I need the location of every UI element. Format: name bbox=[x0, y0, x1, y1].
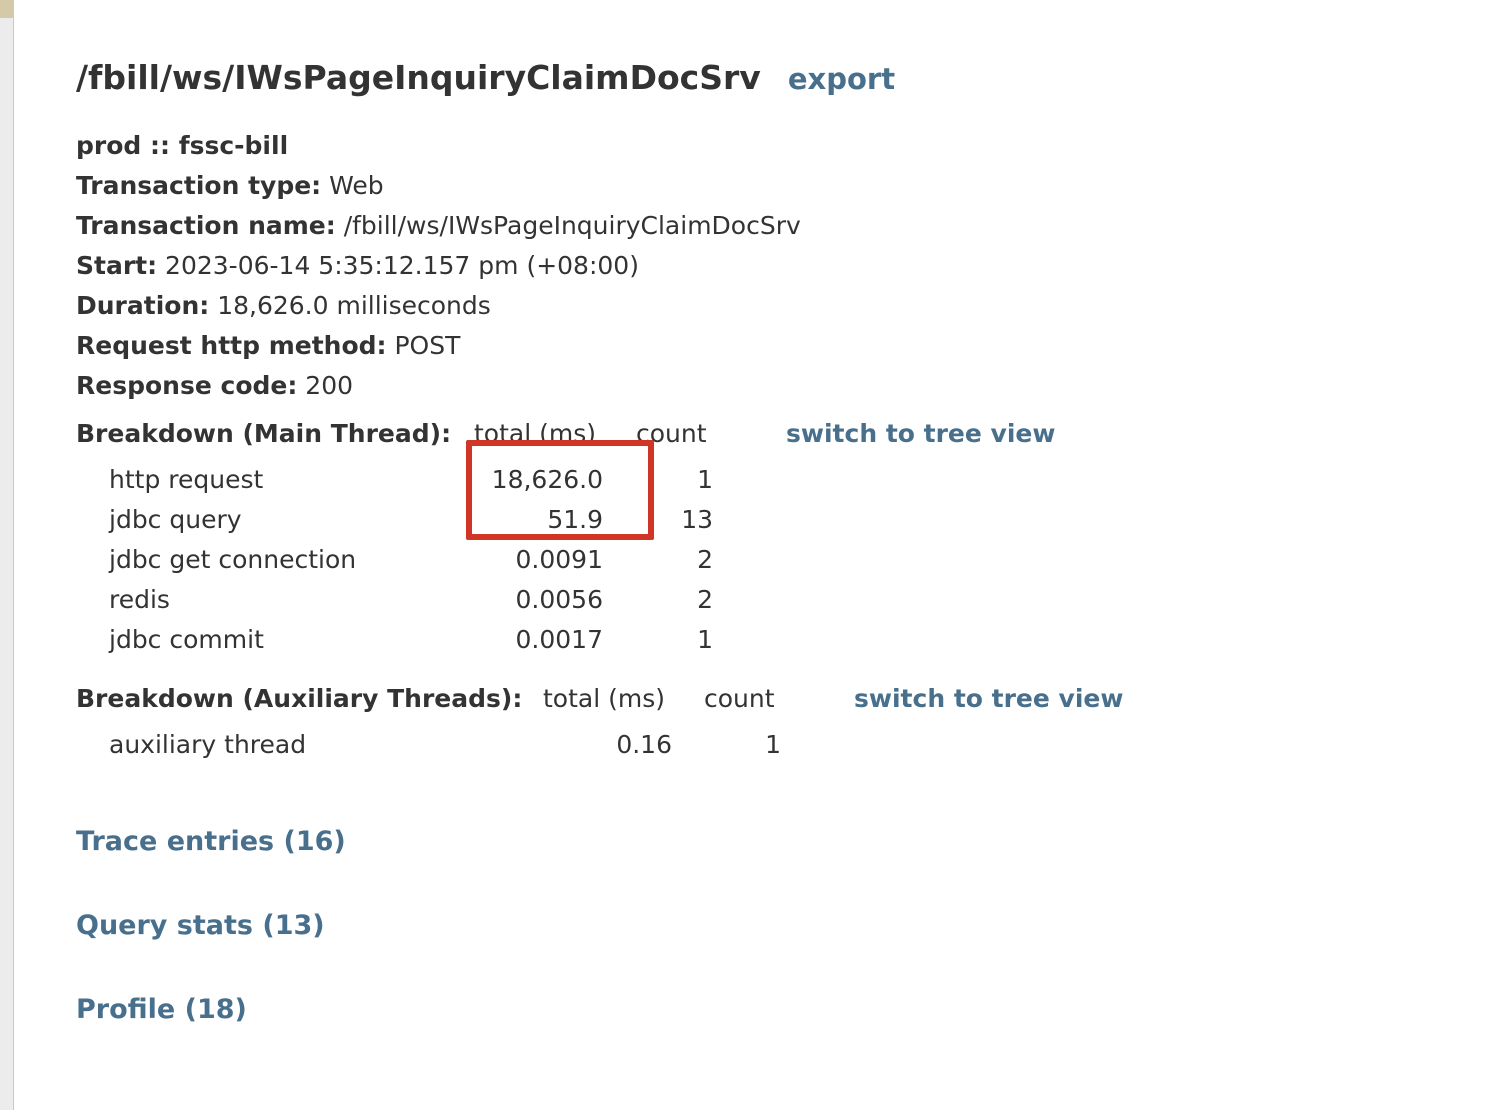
field-label: Transaction type: bbox=[76, 171, 322, 200]
row-total: 0.0056 bbox=[515, 585, 603, 614]
row-name: jdbc query bbox=[109, 505, 242, 534]
field-label: Response code: bbox=[76, 371, 298, 400]
field-transaction-name: Transaction name: /fbill/ws/IWsPageInqui… bbox=[76, 206, 801, 246]
field-value: 2023-06-14 5:35:12.157 pm (+08:00) bbox=[157, 251, 639, 280]
row-count: 2 bbox=[697, 585, 713, 614]
row-name: auxiliary thread bbox=[109, 730, 307, 759]
field-duration: Duration: 18,626.0 milliseconds bbox=[76, 286, 801, 326]
export-link[interactable]: export bbox=[788, 62, 895, 96]
transaction-info: prod :: fssc-bill Transaction type: Web … bbox=[76, 126, 801, 406]
profile-link[interactable]: Profile (18) bbox=[76, 994, 247, 1025]
row-count: 1 bbox=[697, 625, 713, 654]
breakdown-label: Breakdown (Auxiliary Threads): bbox=[76, 684, 523, 713]
env-text: prod :: fssc-bill bbox=[76, 131, 289, 160]
env-line: prod :: fssc-bill bbox=[76, 126, 801, 166]
field-http-method: Request http method: POST bbox=[76, 326, 801, 366]
row-total: 0.0017 bbox=[515, 625, 603, 654]
field-value: 18,626.0 milliseconds bbox=[209, 291, 491, 320]
left-panel-edge bbox=[0, 0, 14, 1110]
row-name: jdbc commit bbox=[109, 625, 264, 654]
switch-to-tree-view-link[interactable]: switch to tree view bbox=[854, 679, 1123, 719]
field-value: /fbill/ws/IWsPageInquiryClaimDocSrv bbox=[335, 211, 801, 240]
row-count: 1 bbox=[765, 730, 781, 759]
field-transaction-type: Transaction type: Web bbox=[76, 166, 801, 206]
field-value: POST bbox=[386, 331, 461, 360]
field-start: Start: 2023-06-14 5:35:12.157 pm (+08:00… bbox=[76, 246, 801, 286]
total-column-header: total (ms) bbox=[543, 684, 665, 713]
field-response-code: Response code: 200 bbox=[76, 366, 801, 406]
query-stats-link[interactable]: Query stats (13) bbox=[76, 910, 325, 941]
page-title: /fbill/ws/IWsPageInquiryClaimDocSrv bbox=[76, 58, 761, 97]
row-name: http request bbox=[109, 465, 264, 494]
row-total: 0.16 bbox=[616, 730, 672, 759]
field-value: 200 bbox=[297, 371, 354, 400]
field-label: Request http method: bbox=[76, 331, 387, 360]
field-label: Duration: bbox=[76, 291, 210, 320]
field-label: Start: bbox=[76, 251, 158, 280]
field-label: Transaction name: bbox=[76, 211, 336, 240]
row-total: 0.0091 bbox=[515, 545, 603, 574]
row-name: redis bbox=[109, 585, 170, 614]
panel-corner-marker bbox=[0, 0, 13, 18]
title-row: /fbill/ws/IWsPageInquiryClaimDocSrv expo… bbox=[76, 58, 895, 97]
row-name: jdbc get connection bbox=[109, 545, 357, 574]
switch-to-tree-view-link[interactable]: switch to tree view bbox=[786, 414, 1055, 454]
breakdown-label: Breakdown (Main Thread): bbox=[76, 419, 452, 448]
trace-entries-link[interactable]: Trace entries (16) bbox=[76, 826, 346, 857]
count-column-header: count bbox=[704, 684, 775, 713]
field-value: Web bbox=[321, 171, 384, 200]
red-highlight-annotation bbox=[466, 440, 654, 540]
row-count: 2 bbox=[697, 545, 713, 574]
